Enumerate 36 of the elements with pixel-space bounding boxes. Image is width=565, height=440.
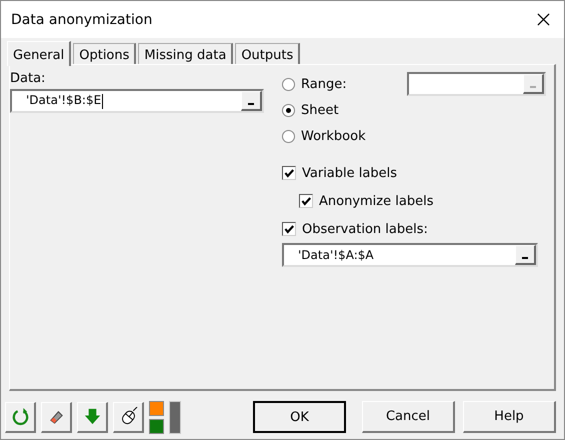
- field-label: Data:: [10, 71, 46, 86]
- radio-button[interactable]: [282, 130, 295, 142]
- reset-button[interactable]: [5, 402, 36, 432]
- tab[interactable]: Outputs: [235, 43, 300, 64]
- dialog-button[interactable]: Cancel: [362, 401, 455, 433]
- checkbox[interactable]: [282, 166, 296, 180]
- tab[interactable]: General: [7, 41, 72, 66]
- checkbox[interactable]: [299, 194, 313, 208]
- checkbox-label: Variable labels: [302, 166, 397, 180]
- radio-label: Workbook: [301, 128, 367, 144]
- tab[interactable]: Options: [73, 43, 136, 64]
- input-field[interactable]: 'Data'!$B:$E: [10, 89, 264, 113]
- radio-label: Range:: [301, 76, 348, 92]
- down-button[interactable]: [77, 402, 108, 432]
- checkbox-label: Observation labels:: [302, 222, 428, 236]
- square-icon[interactable]: [149, 418, 164, 434]
- input-field[interactable]: 'Data'!$A:$A: [282, 243, 538, 267]
- dialog-button[interactable]: OK: [253, 401, 346, 433]
- down-arrow-icon: [82, 407, 102, 426]
- radio-label: Sheet: [301, 102, 340, 118]
- square-icon[interactable]: [149, 400, 164, 416]
- checkbox[interactable]: [282, 222, 296, 236]
- range-select-button[interactable]: [241, 91, 262, 111]
- refresh-icon: [10, 407, 30, 426]
- input-field[interactable]: [407, 72, 546, 96]
- checkbox-label: Anonymize labels: [319, 194, 434, 208]
- radio-button[interactable]: [282, 104, 295, 116]
- handle-bar[interactable]: [169, 400, 181, 434]
- clear-button[interactable]: [41, 402, 72, 432]
- tab[interactable]: Missing data: [138, 43, 234, 64]
- close-icon[interactable]: [537, 13, 550, 26]
- radio-button[interactable]: [282, 78, 295, 90]
- dialog-button[interactable]: Help: [463, 401, 556, 433]
- select-button[interactable]: [113, 402, 144, 432]
- range-select-button[interactable]: [515, 245, 536, 265]
- window-title: Data anonymization: [11, 12, 152, 28]
